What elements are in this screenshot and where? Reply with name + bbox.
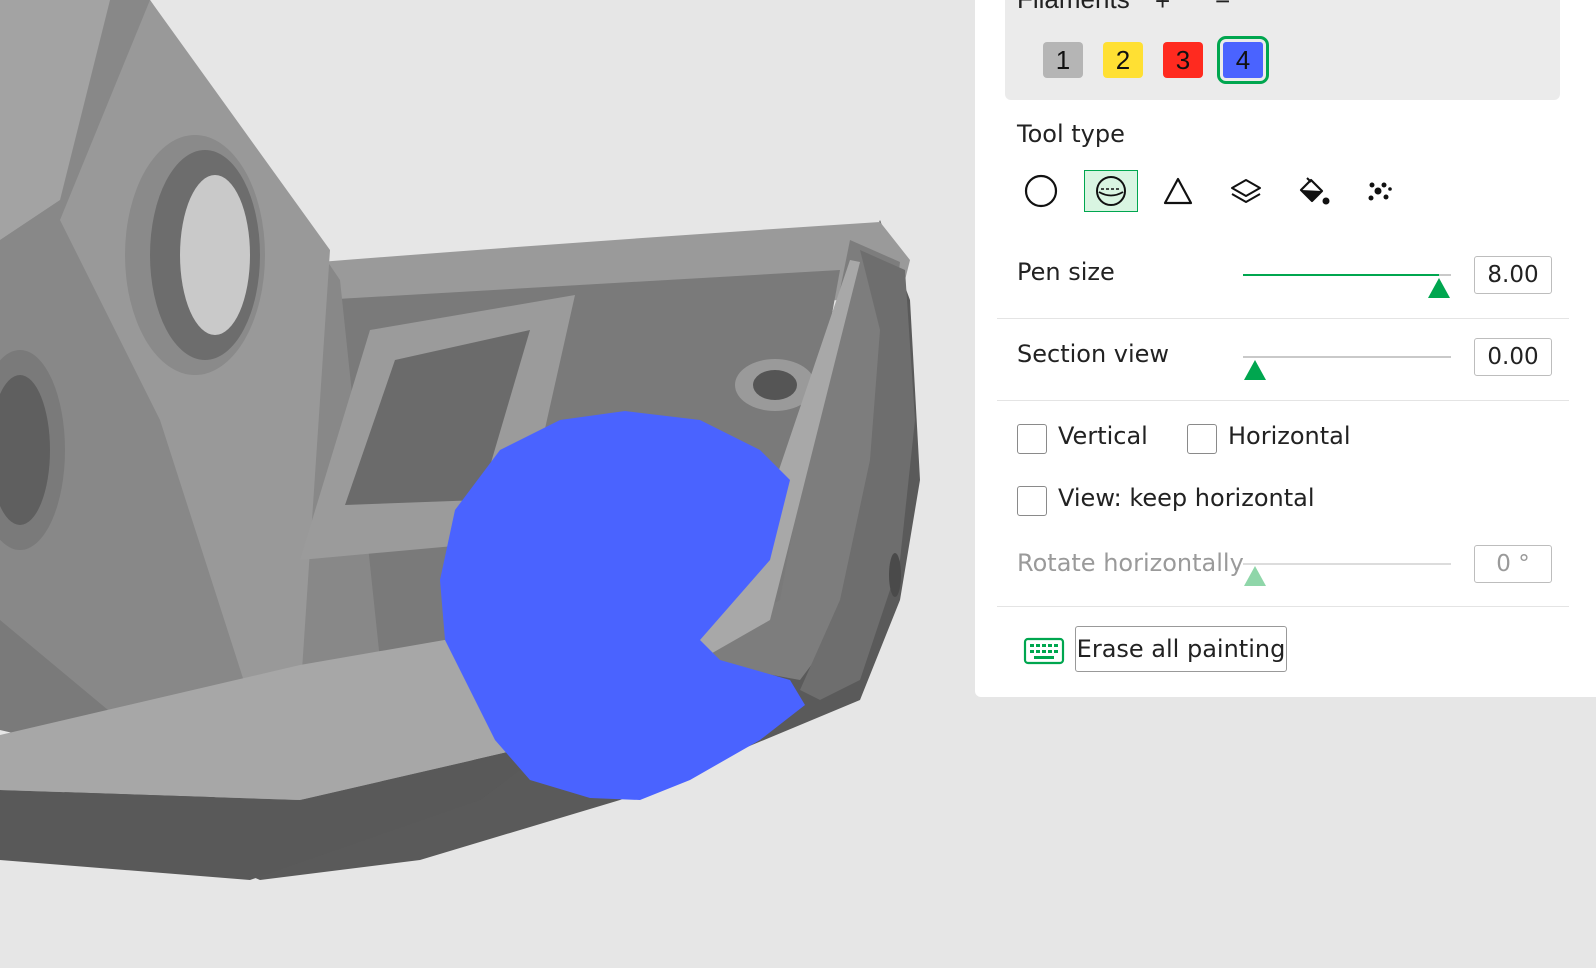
pen-size-label: Pen size xyxy=(1017,258,1115,286)
remove-filament-button[interactable]: − xyxy=(1215,0,1230,17)
horizontal-label: Horizontal xyxy=(1228,422,1351,450)
divider xyxy=(997,318,1569,319)
tool-type-label: Tool type xyxy=(1017,120,1125,148)
rotate-horizontally-slider-thumb[interactable] xyxy=(1244,566,1266,586)
tool-gap-fill[interactable] xyxy=(1352,170,1406,212)
tool-circle[interactable] xyxy=(1014,170,1068,212)
circle-icon xyxy=(1024,174,1058,208)
tool-sphere[interactable] xyxy=(1084,170,1138,212)
erase-all-painting-button[interactable]: Erase all painting xyxy=(1075,626,1287,672)
filament-swatch-2[interactable]: 2 xyxy=(1103,42,1143,78)
layers-icon xyxy=(1231,179,1261,203)
horizontal-checkbox[interactable] xyxy=(1187,424,1217,454)
add-filament-button[interactable]: + xyxy=(1155,0,1170,17)
keyboard-icon[interactable] xyxy=(1023,636,1065,666)
vertical-label: Vertical xyxy=(1058,422,1148,450)
filament-swatch-1[interactable]: 1 xyxy=(1043,42,1083,78)
pen-size-slider-fill xyxy=(1243,274,1439,276)
filaments-header: Filaments xyxy=(1017,0,1130,15)
filaments-section: Filaments + − 1 2 3 4 xyxy=(1005,0,1560,100)
tool-fill[interactable] xyxy=(1286,170,1340,212)
tool-triangle[interactable] xyxy=(1151,170,1205,212)
keep-horizontal-label: View: keep horizontal xyxy=(1058,484,1315,512)
filament-swatch-4[interactable]: 4 xyxy=(1217,36,1269,84)
tool-layers[interactable] xyxy=(1219,170,1273,212)
triangle-icon xyxy=(1163,177,1193,205)
rotate-horizontally-input[interactable]: 0 ° xyxy=(1474,545,1552,583)
fill-bucket-icon xyxy=(1299,177,1330,205)
pen-size-input[interactable]: 8.00 xyxy=(1474,256,1552,294)
pen-size-slider-thumb[interactable] xyxy=(1428,278,1450,298)
rotate-horizontally-label: Rotate horizontally xyxy=(1017,549,1244,577)
section-view-input[interactable]: 0.00 xyxy=(1474,338,1552,376)
vertical-checkbox[interactable] xyxy=(1017,424,1047,454)
section-view-label: Section view xyxy=(1017,340,1170,368)
gap-fill-icon xyxy=(1368,182,1392,201)
section-view-slider[interactable] xyxy=(1243,356,1451,358)
paint-settings-panel: Filaments + − 1 2 3 4 Tool type xyxy=(975,0,1596,697)
divider xyxy=(997,606,1569,607)
sphere-icon xyxy=(1096,176,1126,206)
filament-swatch-3[interactable]: 3 xyxy=(1163,42,1203,78)
divider xyxy=(997,400,1569,401)
keep-horizontal-checkbox[interactable] xyxy=(1017,486,1047,516)
section-view-slider-thumb[interactable] xyxy=(1244,360,1266,380)
rotate-horizontally-slider[interactable] xyxy=(1243,563,1451,565)
